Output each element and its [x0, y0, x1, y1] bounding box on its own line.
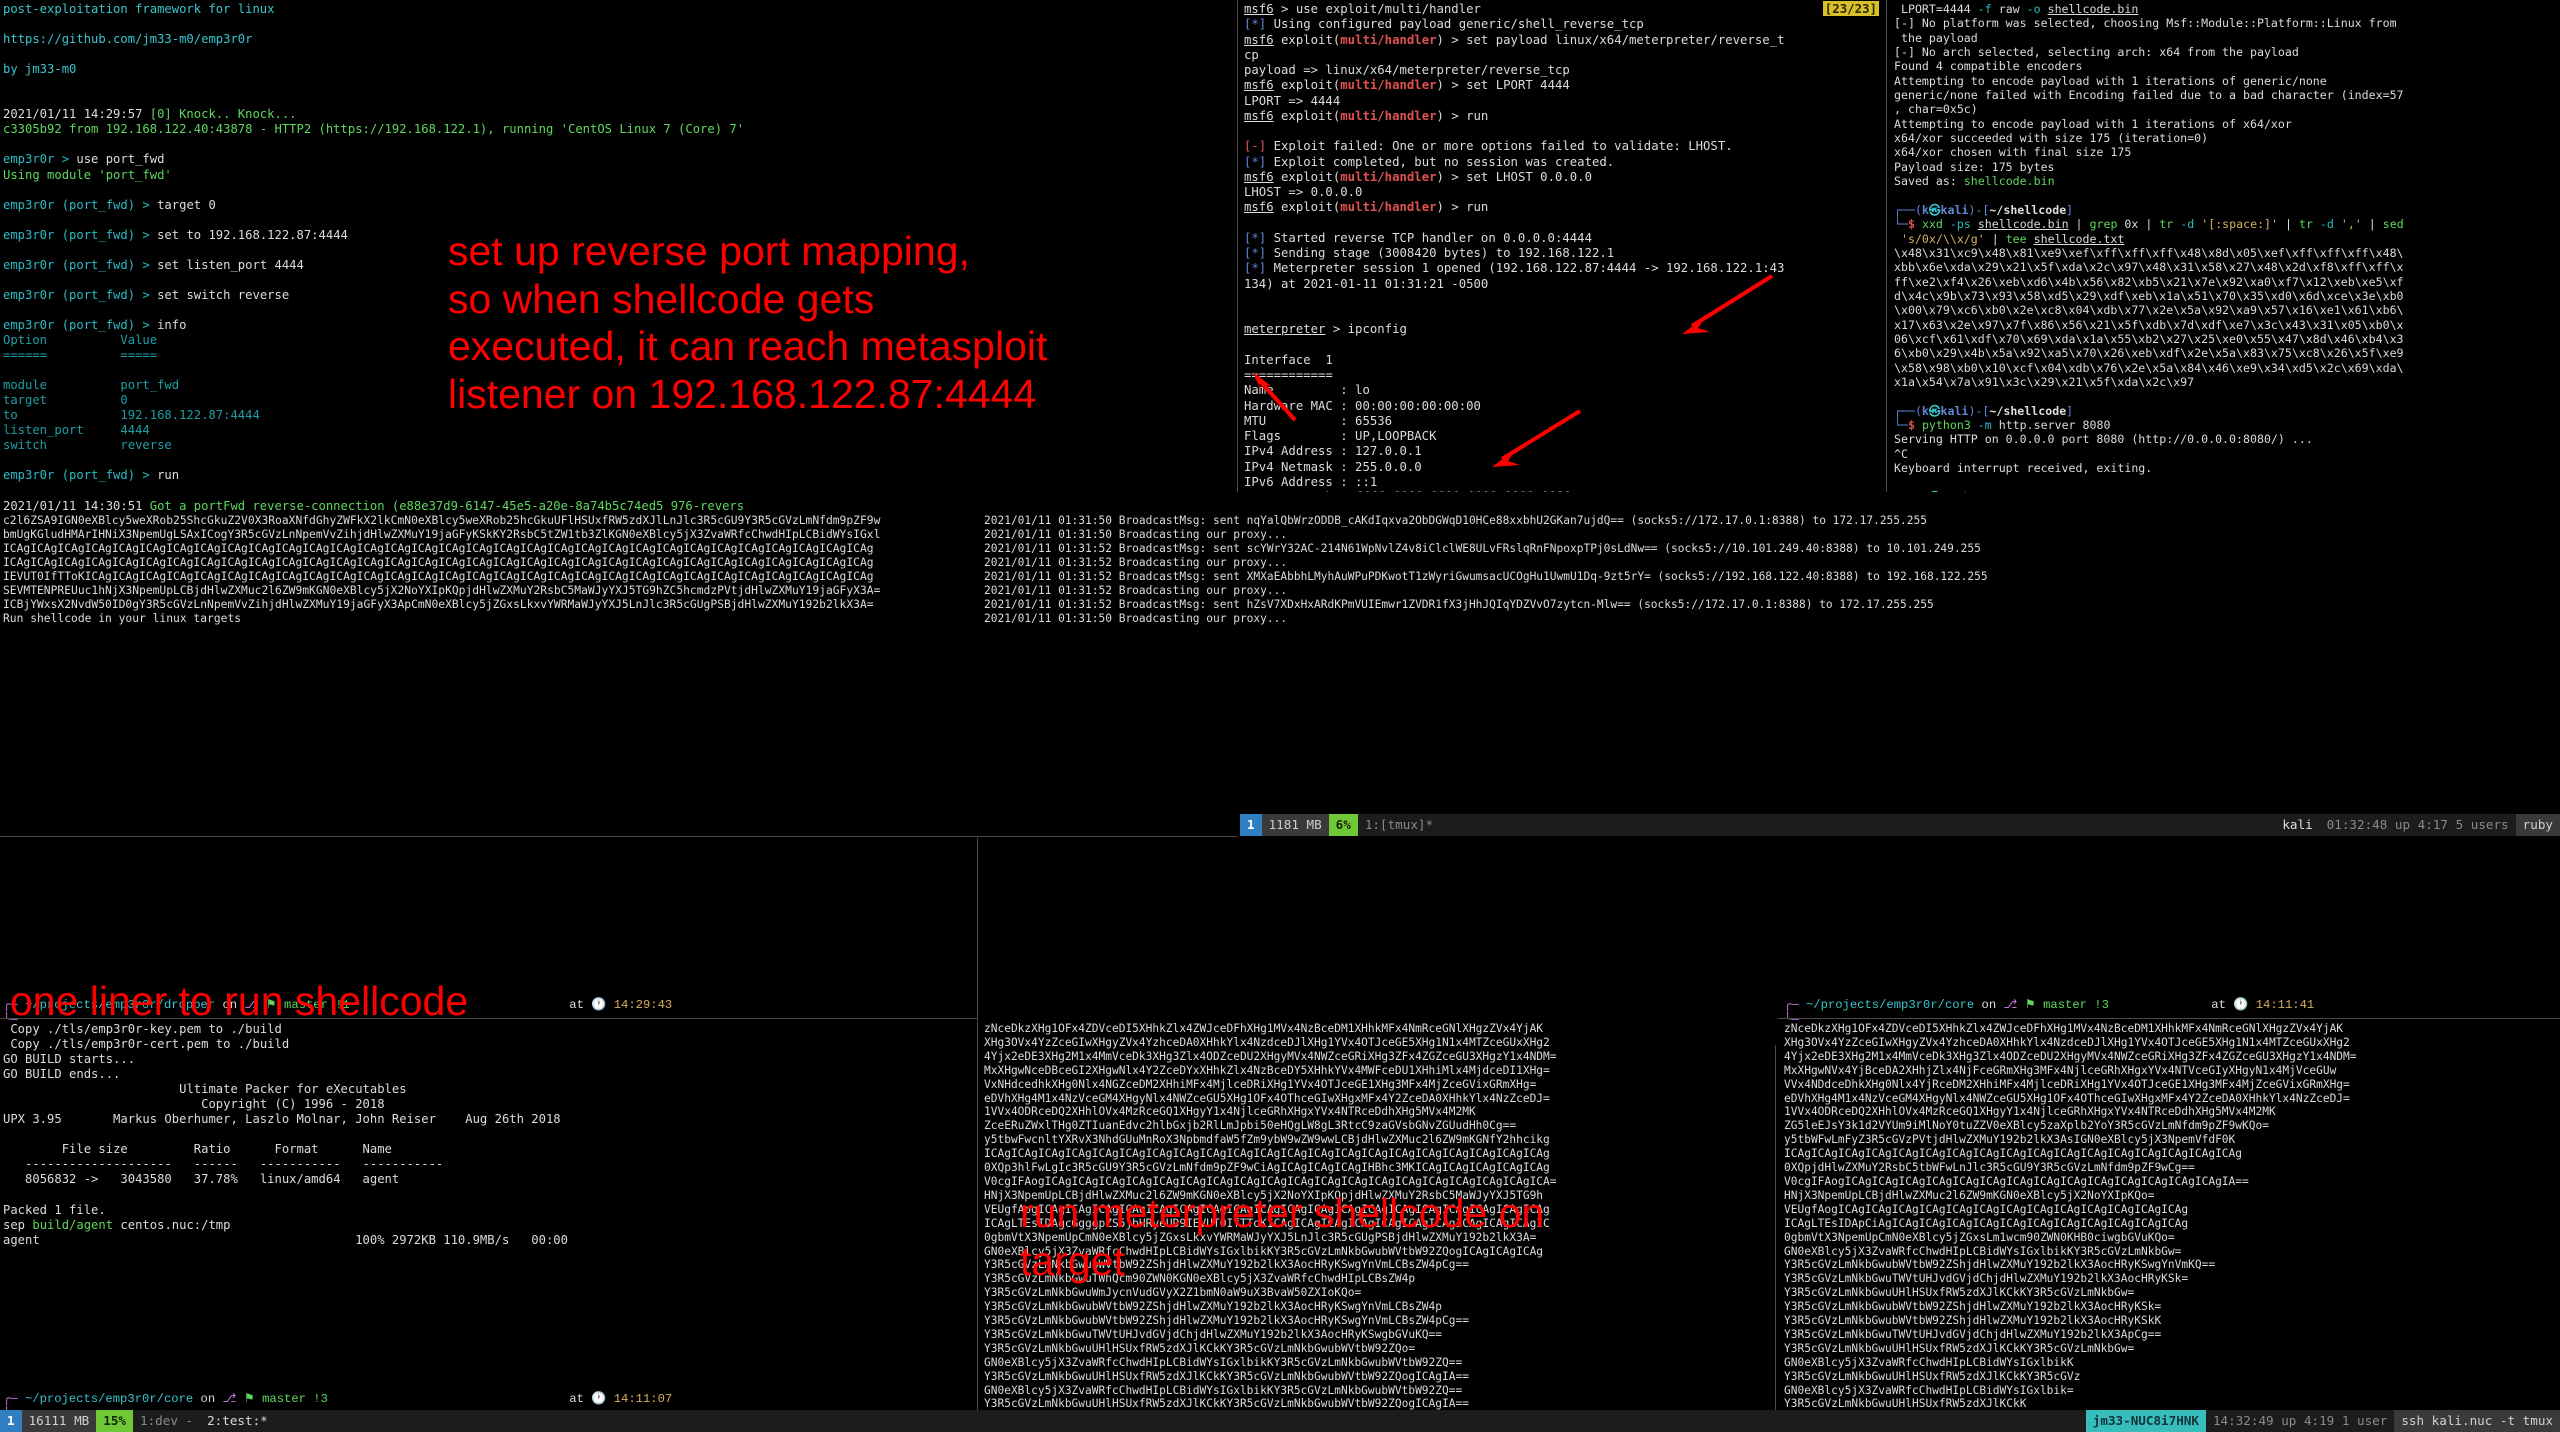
status-bottom-memory: 16111 MB [21, 1410, 97, 1432]
pane-separator-h2 [0, 1018, 977, 1019]
broadcast-pane-text: 2021/01/11 01:31:50 BroadcastMsg: sent n… [984, 514, 1988, 627]
tmux-status-middle[interactable]: 1 1181 MB 6% 1:[tmux]* kali 01:32:48 up … [1240, 814, 2560, 836]
base64-payload-pane[interactable]: zNceDkzXHg1OFx4ZDVceDI5XHhkZlx4ZWJceDFhX… [980, 1020, 1770, 1410]
status-bottom-extra: ssh kali.nuc -t tmux [2394, 1410, 2560, 1432]
core-right-text: zNceDkzXHg1OFx4ZDVceDI5XHhkZlx4ZWJceDFhX… [1784, 1022, 2357, 1410]
pane-separator-2 [1886, 0, 1887, 492]
status-bottom-cpu: 15% [96, 1410, 134, 1432]
tmux-status-bottom[interactable]: 1 16111 MB 15% 1:dev - 2:test:* jm33-NUC… [0, 1410, 2560, 1432]
core-right-prompt-line: ╭─ ~/projects/emp3r0r/core on ⎇ ⚑ master… [1780, 984, 2560, 1027]
emp3r0r-lower-pane[interactable]: c2l6ZSA9IGN0eXBlcy5weXRob25ShcGkuZ2V0X3R… [0, 512, 975, 817]
emp3r0r-lower-text: c2l6ZSA9IGN0eXBlcy5weXRob25ShcGkuZ2V0X3R… [3, 514, 881, 625]
status-uptime: 01:32:48 up 4:17 5 users [2319, 814, 2516, 836]
msf-pane-text: msf6 > use exploit/multi/handler [*] Usi… [1244, 2, 1785, 492]
pane-separator-h1 [0, 836, 1237, 837]
pane-separator-4 [1775, 1045, 1776, 1432]
emp3r0r-pane[interactable]: post-exploitation framework for linux ht… [0, 0, 752, 512]
status-bottom-host: jm33-NUC8i7HNK [2085, 1410, 2206, 1432]
status-host: kali [2275, 814, 2320, 836]
status-bottom-uptime: 14:32:49 up 4:19 1 user [2205, 1410, 2395, 1432]
dropper-pane[interactable]: Copy ./tls/emp3r0r-key.pem to ./build Co… [0, 1020, 975, 1410]
dropper-prompt-text: ╭─ ~/projects/emp3r0r/dropper on ⎇ ⚑ mas… [3, 998, 673, 1028]
kali-pane[interactable]: LPORT=4444 -f raw -o shellcode.bin [-] N… [1890, 0, 2560, 492]
status-cpu: 6% [1328, 814, 1358, 836]
kali-pane-text: LPORT=4444 -f raw -o shellcode.bin [-] N… [1894, 2, 2404, 492]
status-bottom-tab-dev[interactable]: 1:dev - [133, 1410, 201, 1432]
core-right-prompt-text: ╭─ ~/projects/emp3r0r/core on ⎇ ⚑ master… [1784, 998, 2315, 1028]
dropper-prompt-line: ╭─ ~/projects/emp3r0r/dropper on ⎇ ⚑ mas… [0, 984, 975, 1027]
status-memory: 1181 MB [1261, 814, 1329, 836]
status-window-index[interactable]: 1 [1240, 814, 1262, 836]
broadcast-pane[interactable]: 2021/01/11 01:31:50 BroadcastMsg: sent n… [980, 512, 2075, 627]
status-bottom-window-index[interactable]: 1 [0, 1410, 22, 1432]
desktop-screenshot: post-exploitation framework for linux ht… [0, 0, 2560, 1432]
emp3r0r-pane-text: post-exploitation framework for linux ht… [3, 2, 745, 512]
core-right-pane[interactable]: zNceDkzXHg1OFx4ZDVceDI5XHhkZlx4ZWJceDFhX… [1780, 1020, 2560, 1410]
pane-separator-3 [977, 838, 978, 1432]
status-bottom-tab-test[interactable]: 2:test:* [200, 1410, 275, 1432]
tmux-copy-mode-indicator: [23/23] [1822, 1, 1879, 16]
core-prompt-line: ╭─ ~/projects/emp3r0r/core on ⎇ ⚑ master… [0, 1378, 975, 1421]
msf-pane[interactable]: msf6 > use exploit/multi/handler [*] Usi… [1240, 0, 1885, 492]
status-session[interactable]: 1:[tmux]* [1357, 814, 1441, 836]
dropper-pane-text: Copy ./tls/emp3r0r-key.pem to ./build Co… [3, 1022, 568, 1247]
pane-separator-h3 [1778, 1018, 2560, 1019]
status-extra: ruby [2515, 814, 2560, 836]
base64-payload-text: zNceDkzXHg1OFx4ZDVceDI5XHhkZlx4ZWJceDFhX… [984, 1022, 1557, 1410]
pane-separator-1 [1237, 0, 1238, 492]
